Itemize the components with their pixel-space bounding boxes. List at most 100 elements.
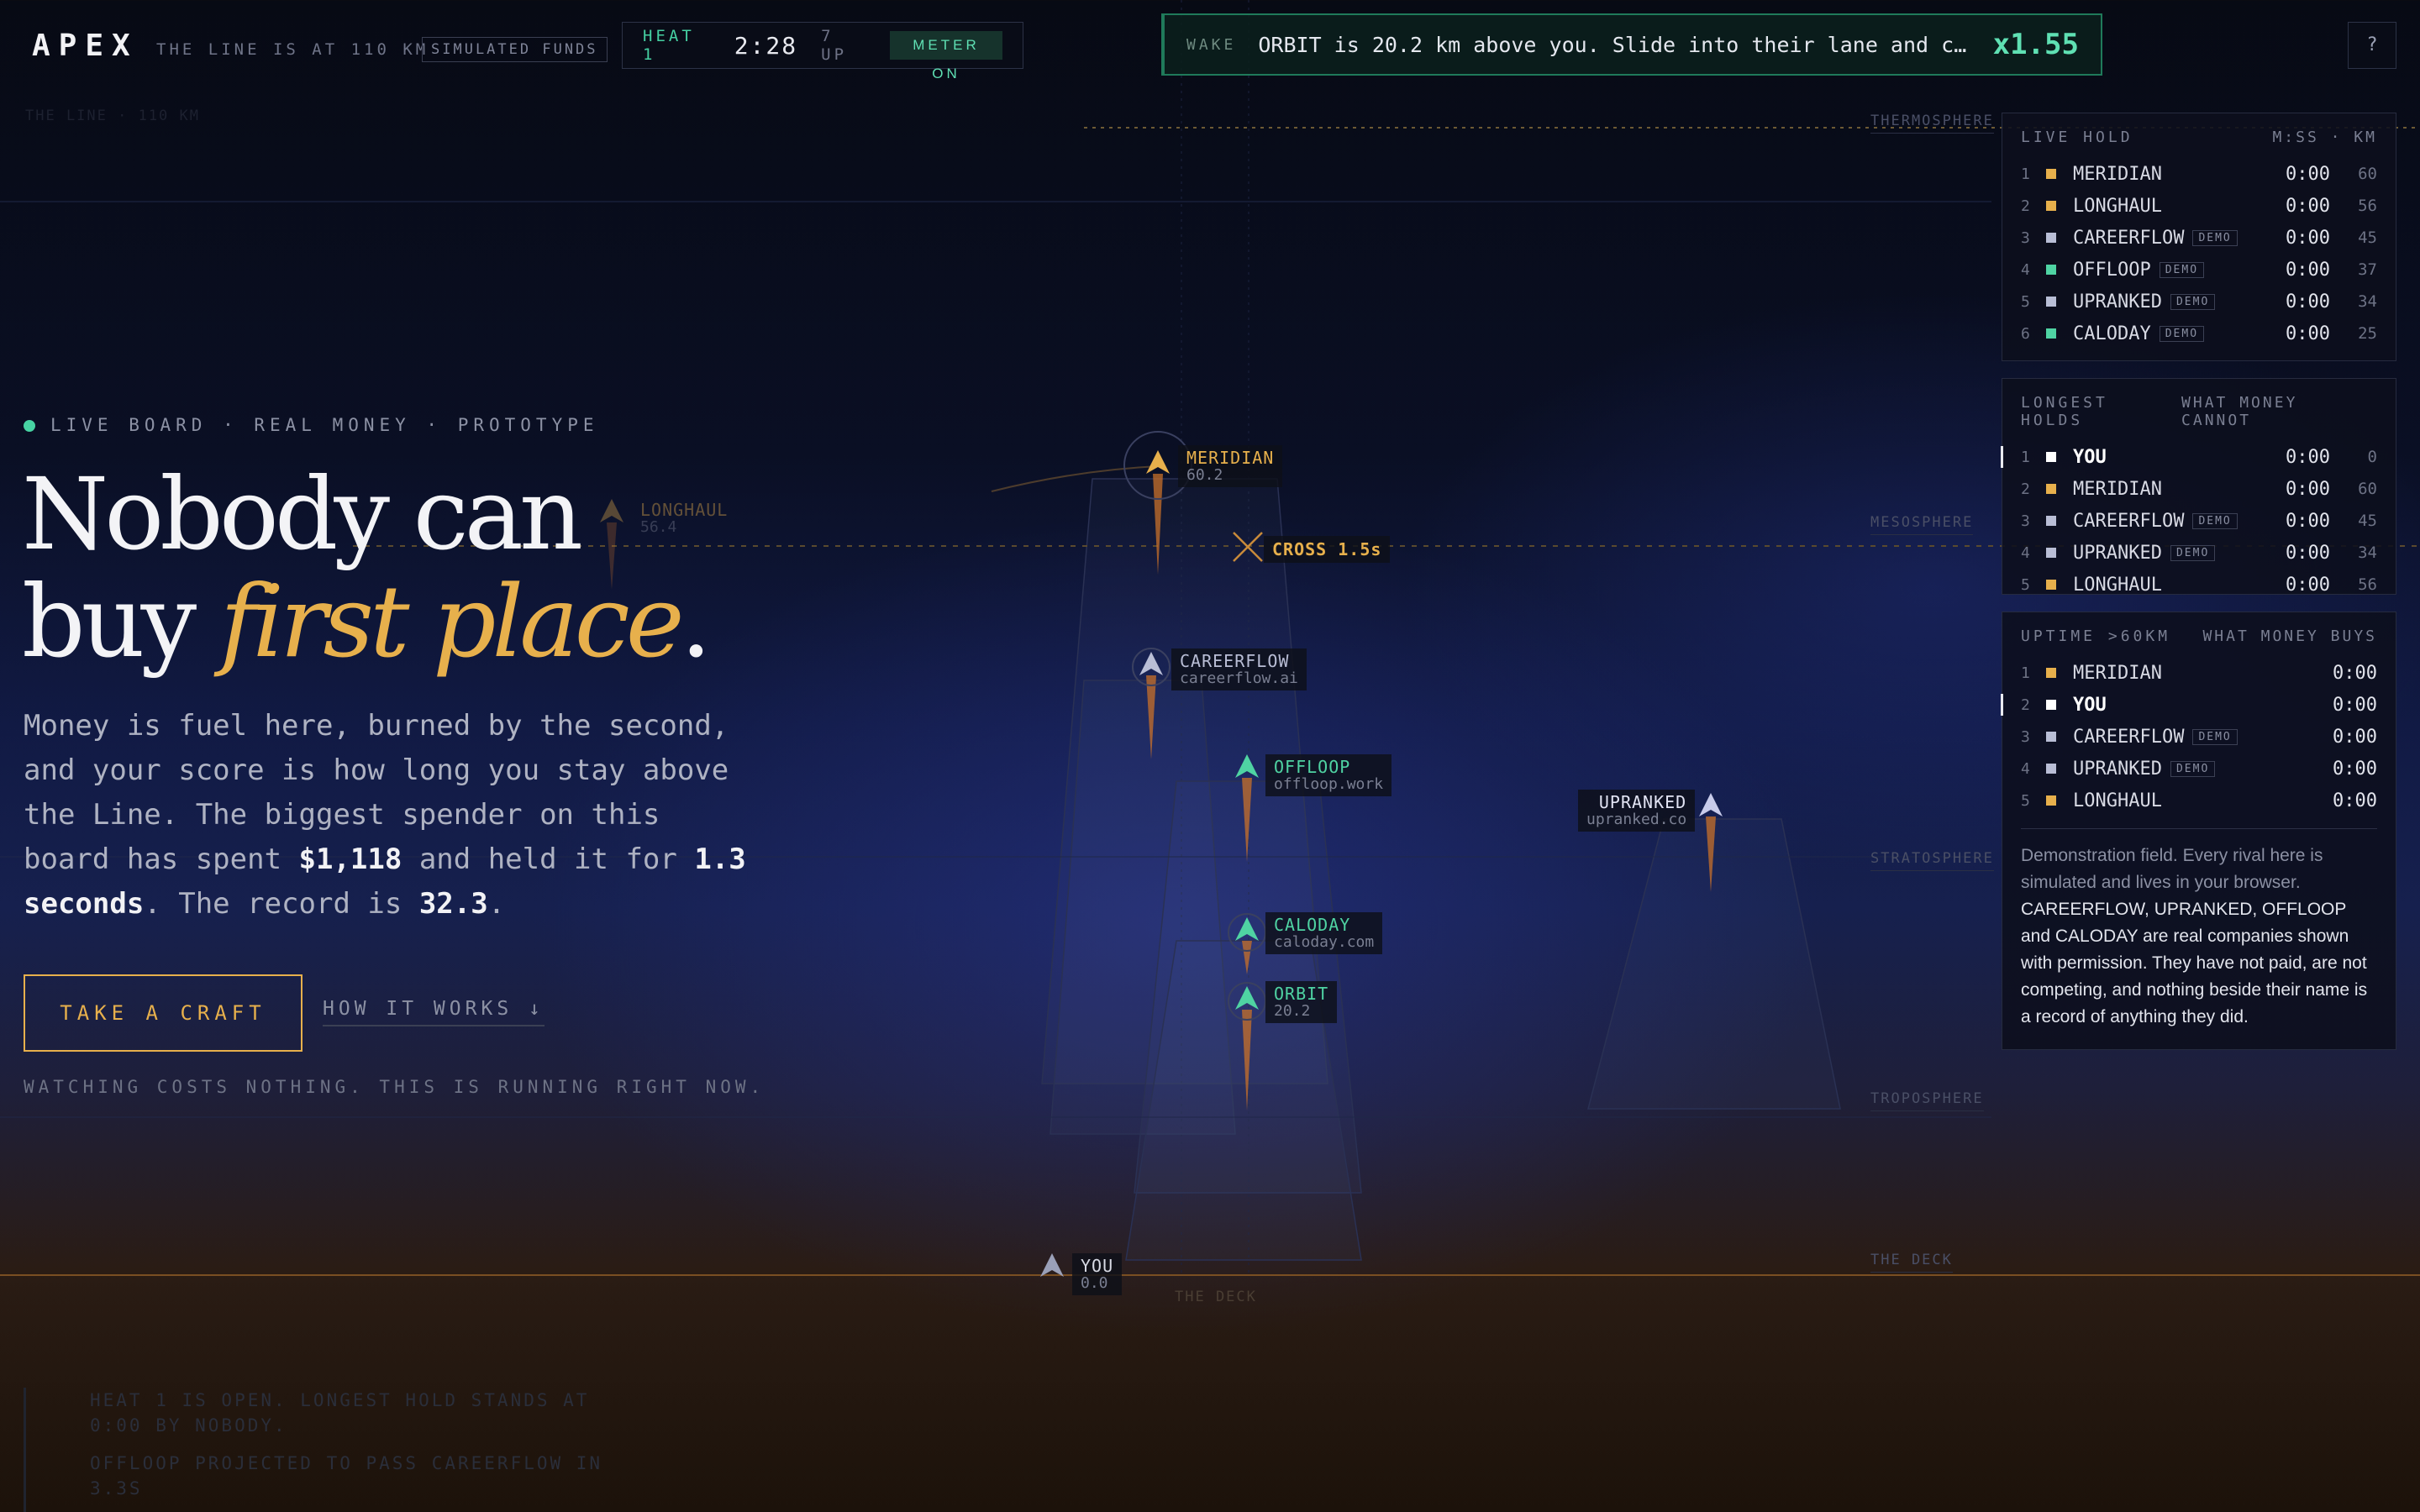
craft-upranked-icon[interactable] [1699, 793, 1723, 892]
craft-name: CALODAY [1274, 915, 1351, 935]
craft-you-icon[interactable] [1040, 1253, 1064, 1277]
row-km: 56 [2358, 197, 2377, 215]
row-time: 0:00 [2286, 542, 2330, 564]
headline-line-1: Nobody can [22, 456, 583, 572]
subcopy-text: . The record is [144, 887, 419, 921]
row-name: CAREERFLOW DEMO [2073, 727, 2310, 748]
layer-the-deck: THE DECK [1870, 1252, 1953, 1273]
row-time: 0:00 [2333, 726, 2377, 748]
row-time: 0:00 [2286, 323, 2330, 344]
team-swatch-icon [2046, 484, 2056, 494]
row-name: CALODAY DEMO [2073, 323, 2263, 344]
row-km: 34 [2358, 292, 2377, 311]
row-name-text: UPRANKED [2073, 542, 2162, 564]
row-name-text: LONGHAUL [2073, 574, 2162, 596]
row-time: 0:00 [2333, 694, 2377, 716]
leaderboard-row[interactable]: 4 UPRANKED DEMO 0:00 [2021, 753, 2377, 785]
craft-upranked[interactable]: UPRANKED upranked.co [1578, 790, 1696, 832]
craft-offloop[interactable]: OFFLOOP offloop.work [1265, 754, 1392, 796]
team-swatch-icon [2046, 548, 2056, 558]
leaderboard-row[interactable]: 1 MERIDIAN 0:00 [2021, 657, 2377, 689]
leaderboard-row[interactable]: 3 CAREERFLOW DEMO 0:00 45 [2021, 222, 2377, 254]
hero-subcopy: Money is fuel here, burned by the second… [24, 704, 763, 927]
row-rank: 1 [2021, 664, 2030, 682]
row-name: UPRANKED DEMO [2073, 291, 2263, 312]
row-km: 45 [2358, 512, 2377, 530]
craft-offloop-icon[interactable] [1235, 754, 1259, 862]
team-swatch-icon [2046, 516, 2056, 526]
headline-buy: buy [22, 564, 220, 680]
row-time: 0:00 [2286, 163, 2330, 185]
craft-caloday[interactable]: CALODAY caloday.com [1265, 912, 1383, 954]
row-name-text: MERIDIAN [2073, 662, 2162, 684]
row-km: 45 [2358, 228, 2377, 247]
leaderboard-row[interactable]: 5 LONGHAUL 0:00 56 [2021, 569, 2377, 601]
row-rank: 3 [2021, 727, 2030, 746]
craft-careerflow-icon[interactable] [1132, 648, 1171, 759]
row-time: 0:00 [2286, 478, 2330, 500]
craft-name: YOU [1081, 1256, 1114, 1276]
craft-altitude: 20.2 [1274, 1002, 1311, 1020]
craft-caloday-icon[interactable] [1228, 913, 1266, 974]
cross-marker-icon [1233, 532, 1263, 562]
row-name: UPRANKED DEMO [2073, 759, 2310, 780]
row-rank: 5 [2021, 791, 2030, 810]
team-swatch-icon [2046, 764, 2056, 774]
panel-title: LONGEST HOLDS [2021, 394, 2108, 429]
panel-subtitle: WHAT MONEY BUYS [2202, 627, 2377, 645]
panel-title: LIVE HOLD [2021, 129, 2133, 146]
row-name-text: MERIDIAN [2073, 163, 2162, 185]
leaderboard-row[interactable]: 2 LONGHAUL 0:00 56 [2021, 190, 2377, 222]
row-name: OFFLOOP DEMO [2073, 260, 2263, 281]
row-name: MERIDIAN [2073, 479, 2263, 500]
crafts-up-count: 7 UP [821, 27, 848, 64]
row-name: UPRANKED DEMO [2073, 543, 2263, 564]
layer-mesosphere: MESOSPHERE [1870, 514, 1974, 535]
row-name-text: YOU [2073, 446, 2107, 468]
wake-notification[interactable]: WAKE ORBIT is 20.2 km above you. Slide i… [1161, 13, 2102, 76]
app-logo[interactable]: APEX [32, 29, 139, 63]
help-button[interactable]: ? [2348, 22, 2396, 69]
how-it-works-link[interactable]: HOW IT WORKS ↓ [323, 998, 544, 1026]
row-rank: 6 [2021, 324, 2030, 343]
team-swatch-icon [2046, 265, 2056, 275]
leaderboard-row[interactable]: 4 OFFLOOP DEMO 0:00 37 [2021, 254, 2377, 286]
row-rank: 4 [2021, 543, 2030, 562]
team-swatch-icon [2046, 297, 2056, 307]
leaderboard-row[interactable]: 3 CAREERFLOW DEMO 0:00 [2021, 721, 2377, 753]
row-name-text: CAREERFLOW [2073, 227, 2185, 249]
craft-meridian[interactable]: MERIDIAN 60.2 [1178, 445, 1283, 487]
disclaimer-intro: Demonstration field. Every rival here is… [2021, 846, 2323, 892]
leaderboard-row[interactable]: 3 CAREERFLOW DEMO 0:00 45 [2021, 505, 2377, 537]
panel-header: UPTIME >60KM WHAT MONEY BUYS [2021, 627, 2377, 645]
row-time: 0:00 [2286, 195, 2330, 217]
craft-orbit[interactable]: ORBIT 20.2 [1265, 981, 1338, 1023]
leaderboard-row[interactable]: 5 LONGHAUL 0:00 [2021, 785, 2377, 816]
leaderboard-row[interactable]: 5 UPRANKED DEMO 0:00 34 [2021, 286, 2377, 318]
hero-headline: Nobody can buy first place. [22, 460, 778, 675]
leaderboard-row[interactable]: 1 YOU 0:00 0 [2001, 441, 2377, 473]
divider [2021, 828, 2377, 829]
layer-stratosphere: STRATOSPHERE [1870, 850, 1994, 871]
row-name-text: YOU [2073, 694, 2107, 716]
subcopy-text: . [487, 887, 506, 921]
leaderboard-row[interactable]: 2 MERIDIAN 0:00 60 [2021, 473, 2377, 505]
craft-orbit-icon[interactable] [1228, 982, 1266, 1110]
craft-careerflow[interactable]: CAREERFLOW careerflow.ai [1171, 648, 1307, 690]
meter-toggle[interactable]: METER ON [889, 31, 1002, 81]
row-name: LONGHAUL [2073, 575, 2263, 596]
craft-you[interactable]: YOU 0.0 [1072, 1253, 1123, 1295]
team-swatch-icon [2046, 732, 2056, 742]
disclaimer-companies: CAREERFLOW, UPRANKED, OFFLOOP and CALODA… [2021, 900, 2368, 1026]
layer-thermosphere: THERMOSPHERE [1870, 113, 1994, 134]
leaderboard-row[interactable]: 1 MERIDIAN 0:00 60 [2021, 158, 2377, 190]
row-name: YOU [2073, 695, 2310, 716]
take-a-craft-button[interactable]: TAKE A CRAFT [24, 974, 302, 1052]
row-name: LONGHAUL [2073, 790, 2310, 811]
leaderboard-row[interactable]: 2 YOU 0:00 [2001, 689, 2377, 721]
row-name: MERIDIAN [2073, 164, 2263, 185]
craft-name: CAREERFLOW [1180, 651, 1290, 671]
team-swatch-icon [2046, 795, 2056, 806]
leaderboard-row[interactable]: 4 UPRANKED DEMO 0:00 34 [2021, 537, 2377, 569]
leaderboard-row[interactable]: 6 CALODAY DEMO 0:00 25 [2021, 318, 2377, 349]
